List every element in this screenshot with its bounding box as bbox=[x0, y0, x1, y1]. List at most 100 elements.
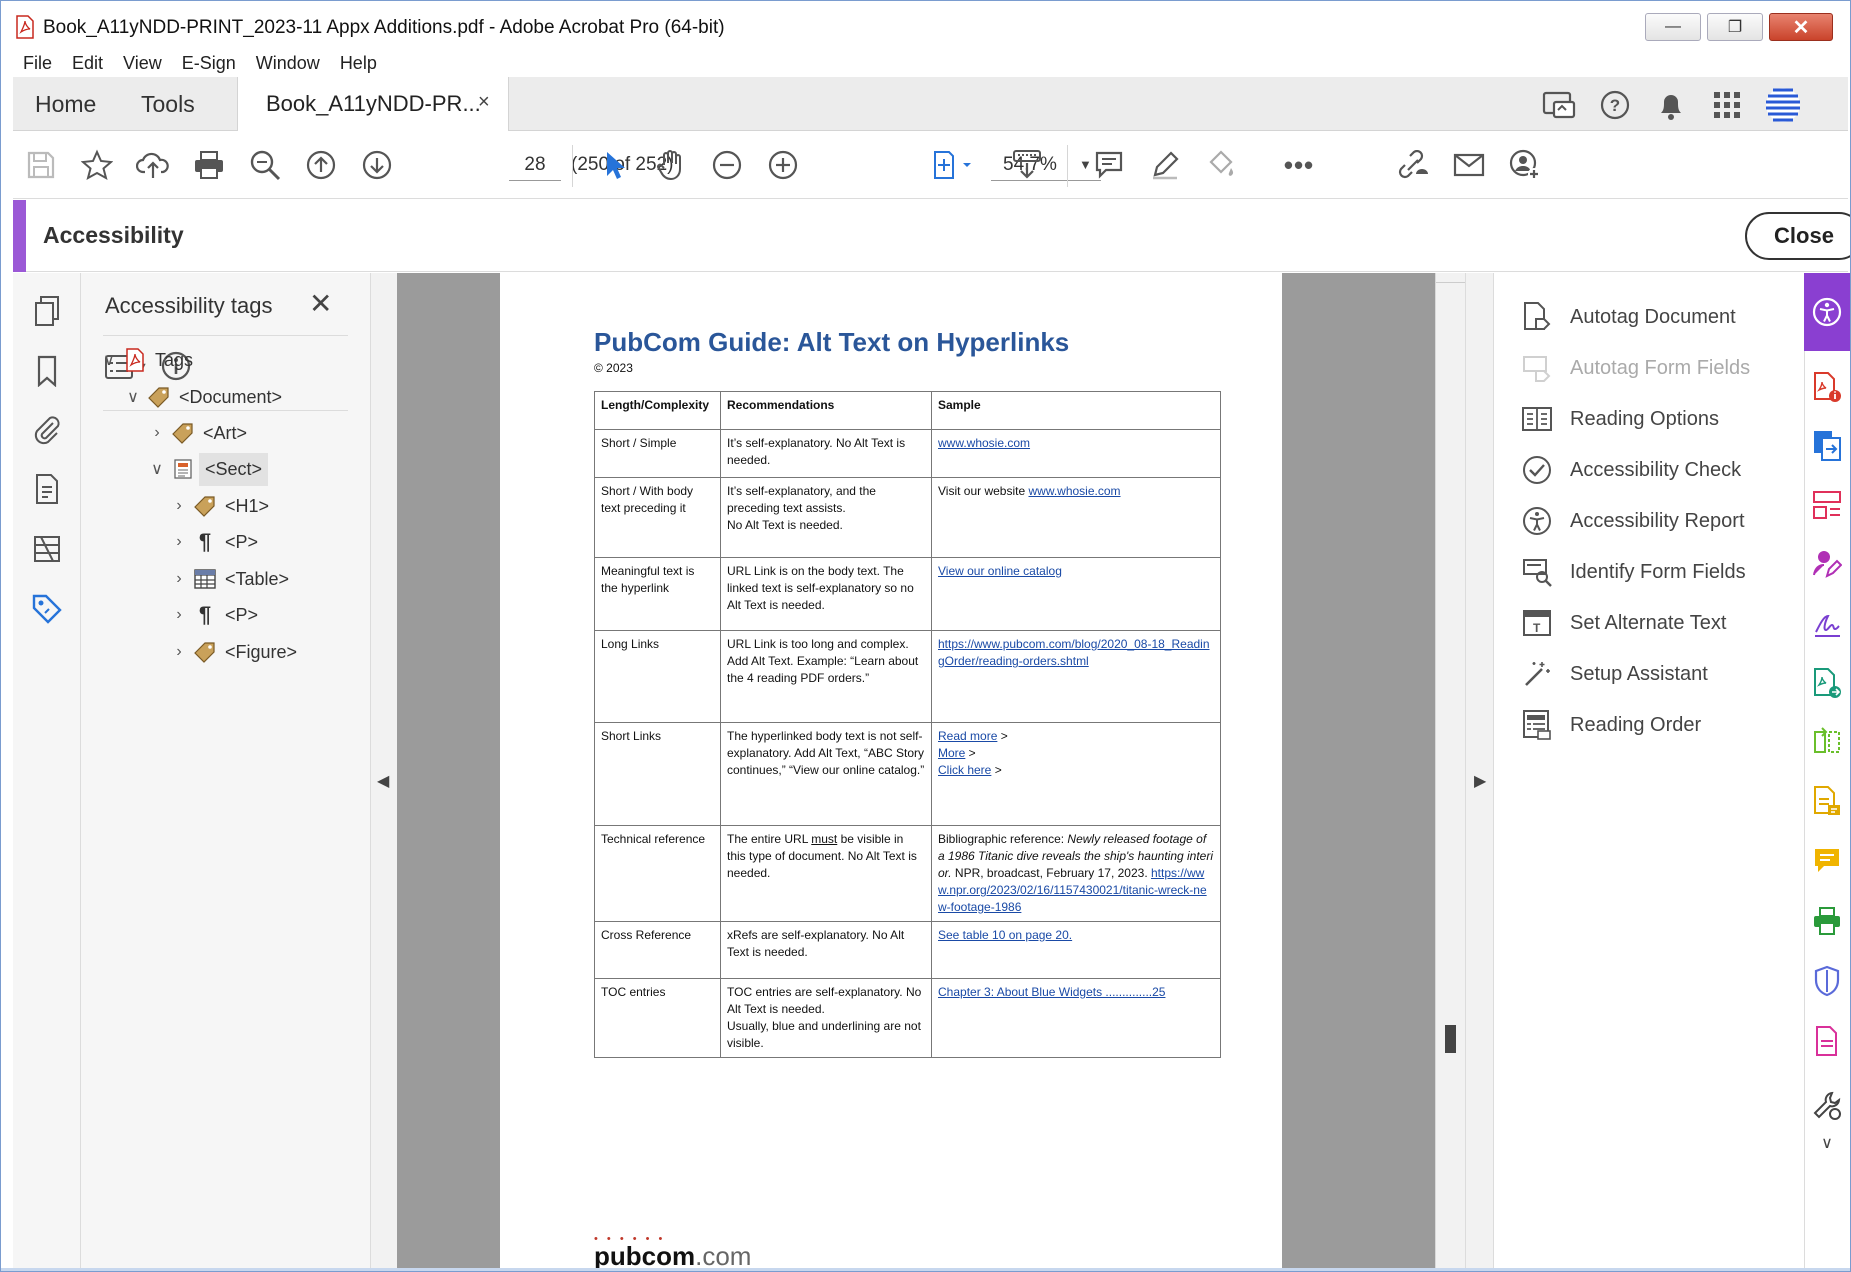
menu-esign[interactable]: E-Sign bbox=[172, 49, 246, 77]
window-close-button[interactable]: ✕ bbox=[1769, 13, 1833, 41]
tool-set-alternate-text[interactable]: T Set Alternate Text bbox=[1520, 600, 1726, 646]
chevron-right-icon[interactable]: › bbox=[167, 643, 191, 661]
upload-cloud-button[interactable] bbox=[131, 143, 175, 187]
save-button[interactable] bbox=[19, 143, 63, 187]
find-zoom-button[interactable] bbox=[243, 143, 287, 187]
chevron-down-icon[interactable]: ∨ bbox=[1809, 1131, 1845, 1155]
fill-tool-button[interactable] bbox=[1199, 143, 1243, 187]
document-properties-icon[interactable] bbox=[27, 469, 67, 509]
page-thumbnails-icon[interactable] bbox=[27, 291, 67, 331]
compare-files-icon[interactable] bbox=[1809, 723, 1845, 759]
left-panel-toggle[interactable]: ◀ bbox=[371, 273, 397, 1268]
tree-item-document[interactable]: ∨ <Document> bbox=[121, 379, 282, 415]
tool-reading-order[interactable]: Reading Order bbox=[1520, 702, 1701, 748]
adobe-profile-icon[interactable] bbox=[1763, 85, 1803, 125]
document-tab-close-button[interactable]: × bbox=[478, 91, 490, 114]
highlight-button[interactable] bbox=[1143, 143, 1187, 187]
tree-item-h1[interactable]: › <H1> bbox=[167, 488, 269, 524]
create-pdf-icon[interactable] bbox=[1809, 1023, 1845, 1059]
pdf-info-icon[interactable] bbox=[1809, 369, 1845, 405]
accessibility-tags-icon[interactable] bbox=[27, 589, 67, 629]
email-button[interactable] bbox=[1447, 143, 1491, 187]
tool-accessibility-report[interactable]: Accessibility Report bbox=[1520, 498, 1745, 544]
document-viewer[interactable]: ◀ PubCom Guide: Alt Text on Hyperlinks ©… bbox=[371, 273, 1493, 1271]
share-screen-icon[interactable] bbox=[1539, 85, 1579, 125]
chevron-right-icon[interactable]: › bbox=[145, 424, 169, 442]
vertical-scrollbar[interactable] bbox=[1435, 273, 1466, 1268]
close-tags-panel-button[interactable]: ✕ bbox=[309, 287, 332, 320]
tree-item-sect[interactable]: ∨ <Sect> bbox=[145, 451, 269, 487]
scroll-up-arrow[interactable] bbox=[1436, 273, 1466, 283]
tool-reading-options[interactable]: Reading Options bbox=[1520, 396, 1719, 442]
comment-button[interactable] bbox=[1087, 143, 1131, 187]
right-panel-toggle[interactable]: ▶ bbox=[1465, 273, 1493, 1268]
chevron-down-icon[interactable]: ∨ bbox=[145, 459, 169, 479]
add-people-button[interactable] bbox=[1503, 143, 1547, 187]
tool-accessibility-check[interactable]: Accessibility Check bbox=[1520, 447, 1741, 493]
previous-page-button[interactable] bbox=[299, 143, 343, 187]
print-button[interactable] bbox=[187, 143, 231, 187]
menu-window[interactable]: Window bbox=[246, 49, 330, 77]
tree-item-art[interactable]: › <Art> bbox=[145, 415, 247, 451]
tab-tools[interactable]: Tools bbox=[141, 91, 195, 118]
table-cell-sample[interactable]: https://www.pubcom.com/blog/2020_08-18_R… bbox=[931, 630, 1221, 723]
tool-autotag-document[interactable]: Autotag Document bbox=[1520, 294, 1736, 340]
tab-home[interactable]: Home bbox=[35, 91, 96, 118]
page-number-input[interactable]: 28 bbox=[509, 149, 561, 181]
bookmark-star-button[interactable] bbox=[75, 143, 119, 187]
chevron-right-icon[interactable]: › bbox=[167, 497, 191, 515]
tree-item-table[interactable]: › <Table> bbox=[167, 561, 289, 597]
bookmarks-icon[interactable] bbox=[27, 351, 67, 391]
hand-tool-button[interactable] bbox=[649, 143, 693, 187]
tool-identify-form-fields[interactable]: Identify Form Fields bbox=[1520, 549, 1746, 595]
tool-autotag-form-fields[interactable]: Autotag Form Fields bbox=[1520, 345, 1750, 391]
table-cell-sample[interactable]: See table 10 on page 20. bbox=[931, 921, 1221, 979]
fill-sign-icon[interactable] bbox=[1809, 605, 1845, 641]
send-for-review-icon[interactable] bbox=[1809, 665, 1845, 701]
select-tool-button[interactable] bbox=[593, 143, 637, 187]
tree-item-figure[interactable]: › <Figure> bbox=[167, 634, 297, 670]
table-cell-sample[interactable]: Read more > More > Click here > bbox=[931, 722, 1221, 826]
minimize-button[interactable]: — bbox=[1645, 13, 1701, 41]
scrollbar-thumb[interactable] bbox=[1445, 1025, 1456, 1053]
table-cell-sample[interactable]: Bibliographic reference: Newly released … bbox=[931, 825, 1221, 922]
chevron-right-icon[interactable]: › bbox=[167, 606, 191, 624]
page-fit-button[interactable] bbox=[923, 143, 983, 187]
bell-icon[interactable] bbox=[1651, 85, 1691, 125]
more-tools-button[interactable]: ••• bbox=[1277, 143, 1321, 187]
tab-document[interactable]: Book_A11yNDD-PR... × bbox=[237, 77, 509, 131]
share-link-button[interactable] bbox=[1391, 143, 1435, 187]
tree-item-tags[interactable]: ∨ Tags bbox=[97, 342, 193, 378]
print-production-icon[interactable] bbox=[1809, 903, 1845, 939]
table-cell-sample[interactable]: Chapter 3: About Blue Widgets ..........… bbox=[931, 978, 1221, 1058]
comment-tool-icon[interactable] bbox=[1809, 843, 1845, 879]
menu-view[interactable]: View bbox=[113, 49, 172, 77]
table-cell-sample[interactable]: Visit our website www.whosie.com bbox=[931, 477, 1221, 558]
help-icon[interactable]: ? bbox=[1595, 85, 1635, 125]
attachments-icon[interactable] bbox=[27, 409, 67, 449]
tool-setup-assistant[interactable]: Setup Assistant bbox=[1520, 651, 1708, 697]
request-esign-icon[interactable] bbox=[1809, 545, 1845, 581]
protect-shield-icon[interactable] bbox=[1809, 963, 1845, 999]
apps-grid-icon[interactable] bbox=[1707, 85, 1747, 125]
chevron-right-icon[interactable]: › bbox=[167, 533, 191, 551]
organize-pages-icon[interactable] bbox=[1809, 487, 1845, 523]
zoom-out-button[interactable] bbox=[705, 143, 749, 187]
next-page-button[interactable] bbox=[355, 143, 399, 187]
close-accessibility-button[interactable]: Close bbox=[1745, 212, 1850, 260]
zoom-in-button[interactable] bbox=[761, 143, 805, 187]
more-tools-wrench-icon[interactable] bbox=[1809, 1087, 1845, 1123]
accessibility-tool-icon[interactable] bbox=[1804, 273, 1850, 351]
menu-file[interactable]: File bbox=[13, 49, 62, 77]
chevron-down-icon[interactable]: ∨ bbox=[97, 350, 121, 370]
tree-item-p[interactable]: › ¶ <P> bbox=[167, 524, 258, 560]
table-cell-sample[interactable]: www.whosie.com bbox=[931, 429, 1221, 478]
tree-item-p[interactable]: › ¶ <P> bbox=[167, 597, 258, 633]
order-content-icon[interactable] bbox=[27, 529, 67, 569]
restore-button[interactable]: ❐ bbox=[1707, 13, 1763, 41]
scroll-mode-button[interactable] bbox=[1005, 143, 1049, 187]
menu-edit[interactable]: Edit bbox=[62, 49, 113, 77]
export-pdf-icon[interactable] bbox=[1809, 427, 1845, 463]
scan-ocr-icon[interactable] bbox=[1809, 783, 1845, 819]
chevron-right-icon[interactable]: › bbox=[167, 570, 191, 588]
